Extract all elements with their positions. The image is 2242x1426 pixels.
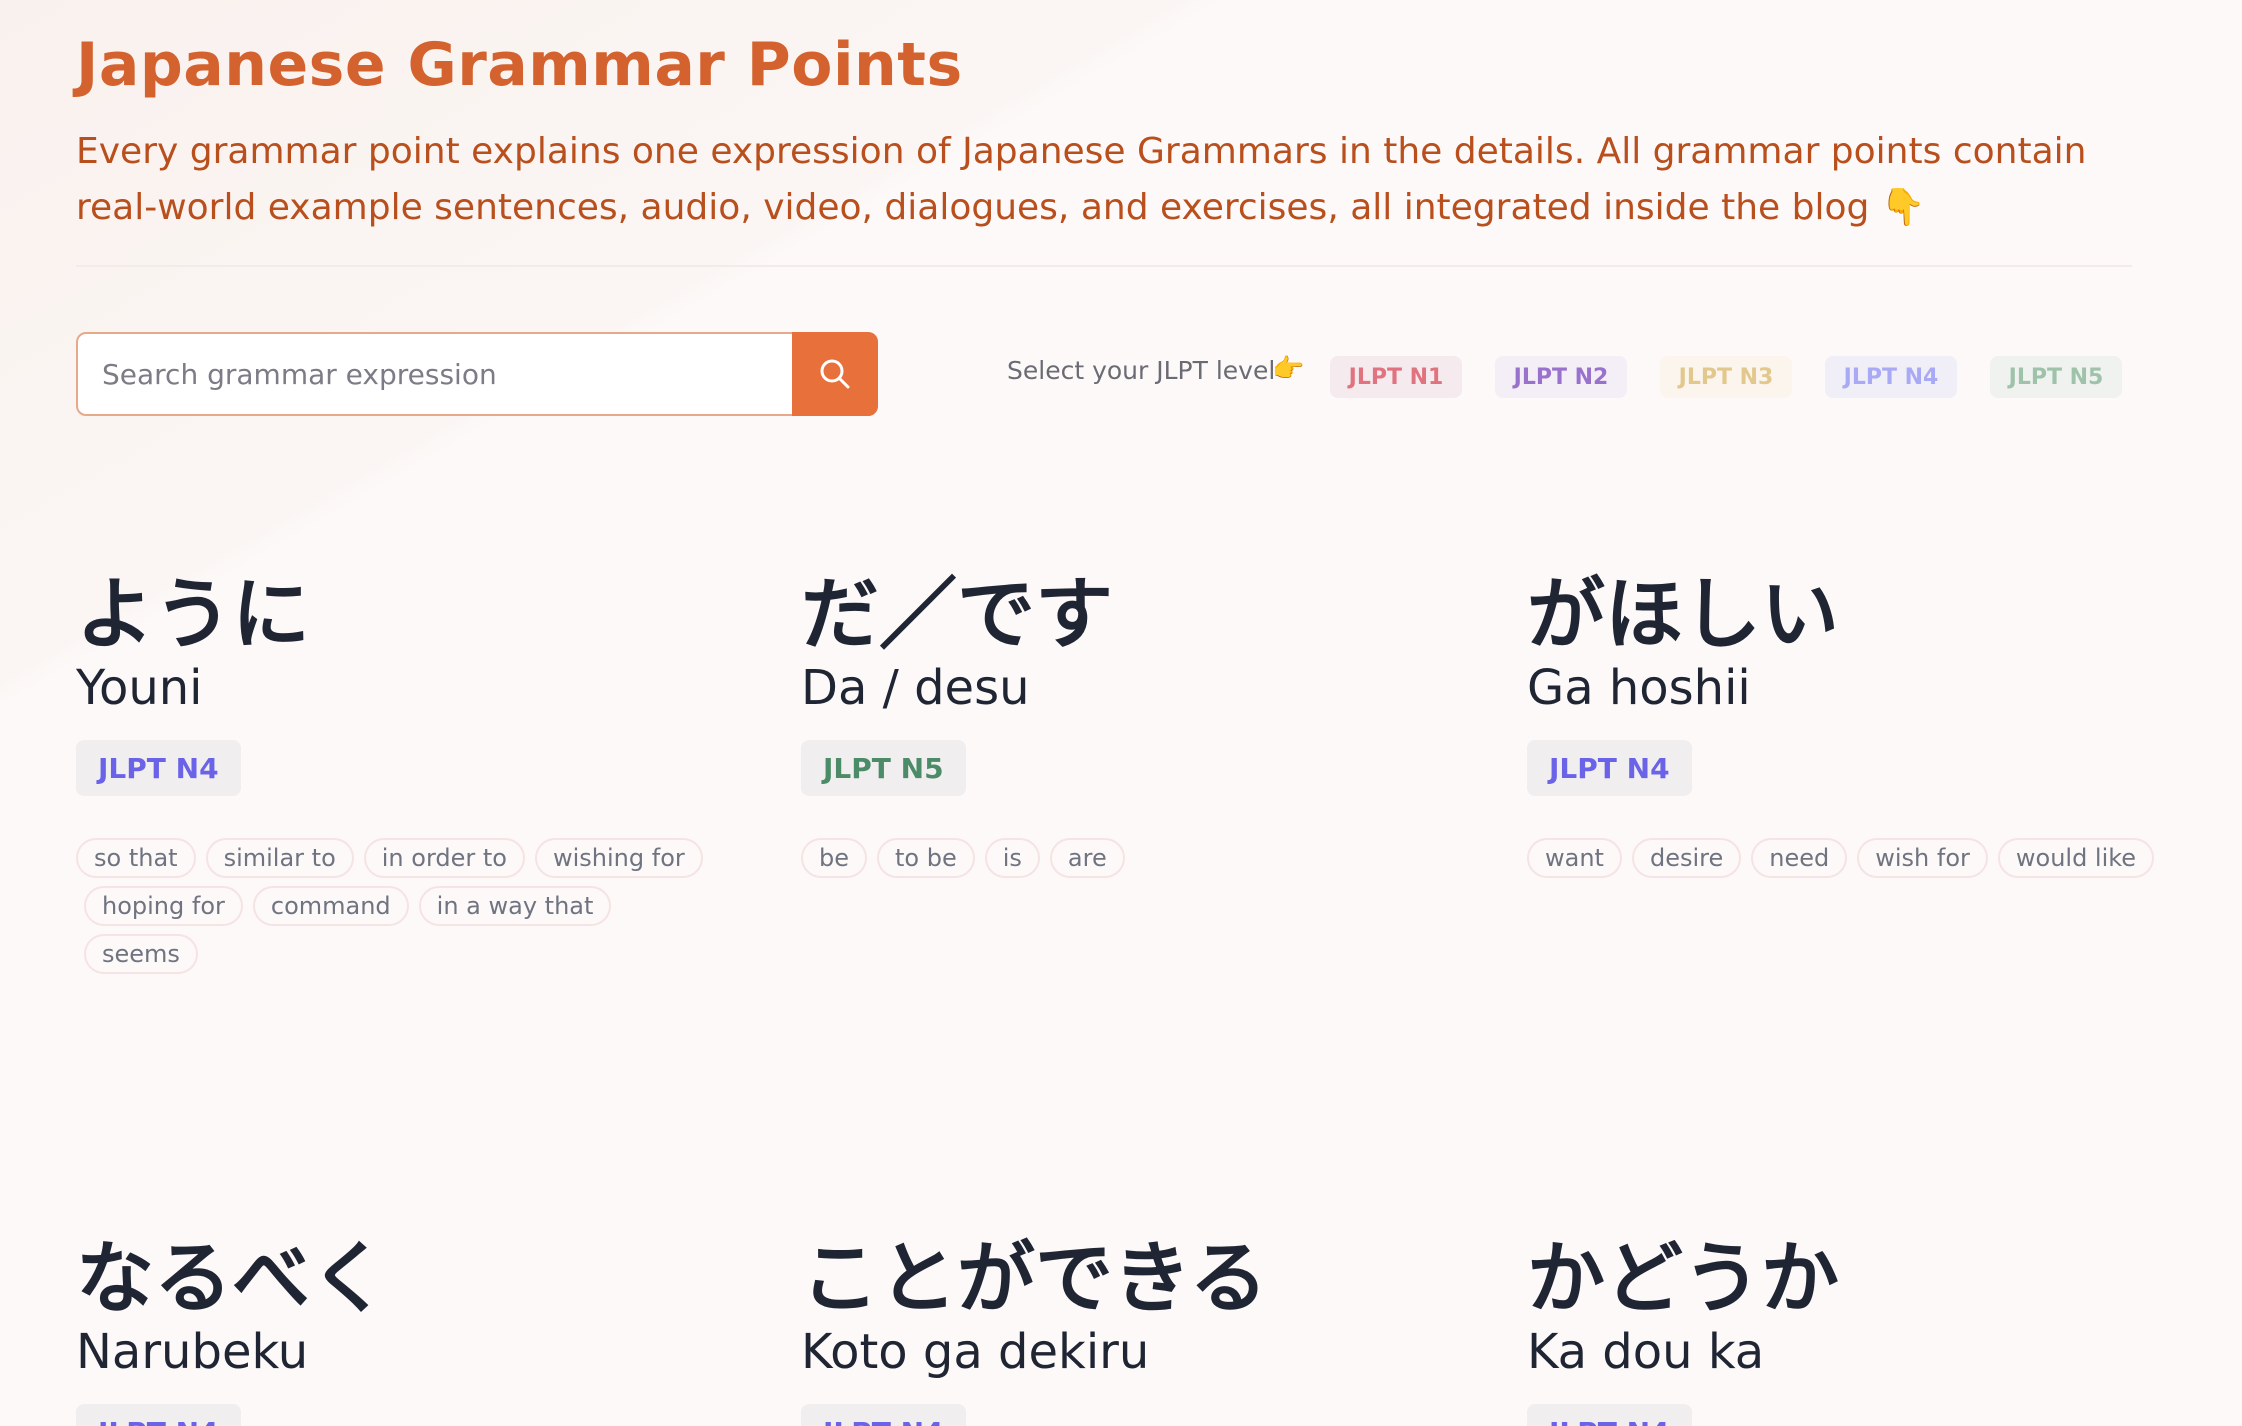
level-filter-n4[interactable]: JLPT N4: [1825, 356, 1957, 398]
divider: [76, 265, 2132, 267]
meaning-tag: in order to: [363, 838, 525, 878]
meaning-tag: is: [984, 838, 1040, 878]
jlpt-level-badge: JLPT N4: [1527, 1404, 1692, 1426]
meaning-tag: to be: [877, 838, 975, 878]
search-input[interactable]: [78, 334, 794, 414]
grammar-romaji: Narubeku: [76, 1324, 309, 1380]
tag-list: want desire need wish for would like: [1527, 838, 2167, 878]
grammar-kana[interactable]: ように: [76, 552, 310, 664]
meaning-tag: so that: [76, 838, 196, 878]
search-button[interactable]: [792, 332, 878, 416]
meaning-tag: desire: [1631, 838, 1742, 878]
meaning-tag: need: [1751, 838, 1848, 878]
meaning-tag: in a way that: [418, 886, 612, 926]
tag-list: so that similar to in order to wishing f…: [76, 838, 716, 974]
grammar-kana[interactable]: ことができる: [801, 1216, 1267, 1328]
level-filter-n1[interactable]: JLPT N1: [1330, 356, 1462, 398]
meaning-tag: wish for: [1857, 838, 1988, 878]
meaning-tag: would like: [1997, 838, 2155, 878]
search-box: [76, 332, 878, 416]
grammar-romaji: Koto ga dekiru: [801, 1324, 1150, 1380]
grammar-romaji: Da / desu: [801, 660, 1030, 716]
jlpt-level-badge: JLPT N4: [1527, 740, 1692, 796]
jlpt-level-badge: JLPT N4: [76, 740, 241, 796]
meaning-tag: want: [1527, 838, 1622, 878]
meaning-tag: command: [252, 886, 409, 926]
grammar-kana[interactable]: かどうか: [1527, 1216, 1839, 1328]
page-description: Every grammar point explains one express…: [76, 131, 2087, 228]
level-filter-label: Select your JLPT level: [1007, 356, 1276, 385]
grammar-points-page: Japanese Grammar Points Every grammar po…: [0, 0, 2242, 1426]
tag-list: be to be is are: [801, 838, 1441, 878]
jlpt-level-badge: JLPT N4: [76, 1404, 241, 1426]
meaning-tag: similar to: [205, 838, 354, 878]
page-title: Japanese Grammar Points: [76, 30, 963, 100]
grammar-romaji: Ga hoshii: [1527, 660, 1751, 716]
grammar-kana[interactable]: がほしい: [1527, 552, 1839, 664]
grammar-romaji: Ka dou ka: [1527, 1324, 1765, 1380]
grammar-kana[interactable]: なるべく: [76, 1216, 388, 1328]
meaning-tag: wishing for: [534, 838, 703, 878]
search-icon: [820, 359, 850, 389]
meaning-tag: seems: [84, 934, 198, 974]
meaning-tag: hoping for: [84, 886, 243, 926]
grammar-kana[interactable]: だ／です: [801, 552, 1113, 664]
jlpt-level-badge: JLPT N5: [801, 740, 966, 796]
level-filter-n5[interactable]: JLPT N5: [1990, 356, 2122, 398]
level-filter-n2[interactable]: JLPT N2: [1495, 356, 1627, 398]
jlpt-level-badge: JLPT N4: [801, 1404, 966, 1426]
grammar-romaji: Youni: [76, 660, 203, 716]
meaning-tag: be: [801, 838, 867, 878]
meaning-tag: are: [1049, 838, 1125, 878]
level-filter-n3[interactable]: JLPT N3: [1660, 356, 1792, 398]
pointing-right-icon: 👉: [1272, 354, 1305, 384]
